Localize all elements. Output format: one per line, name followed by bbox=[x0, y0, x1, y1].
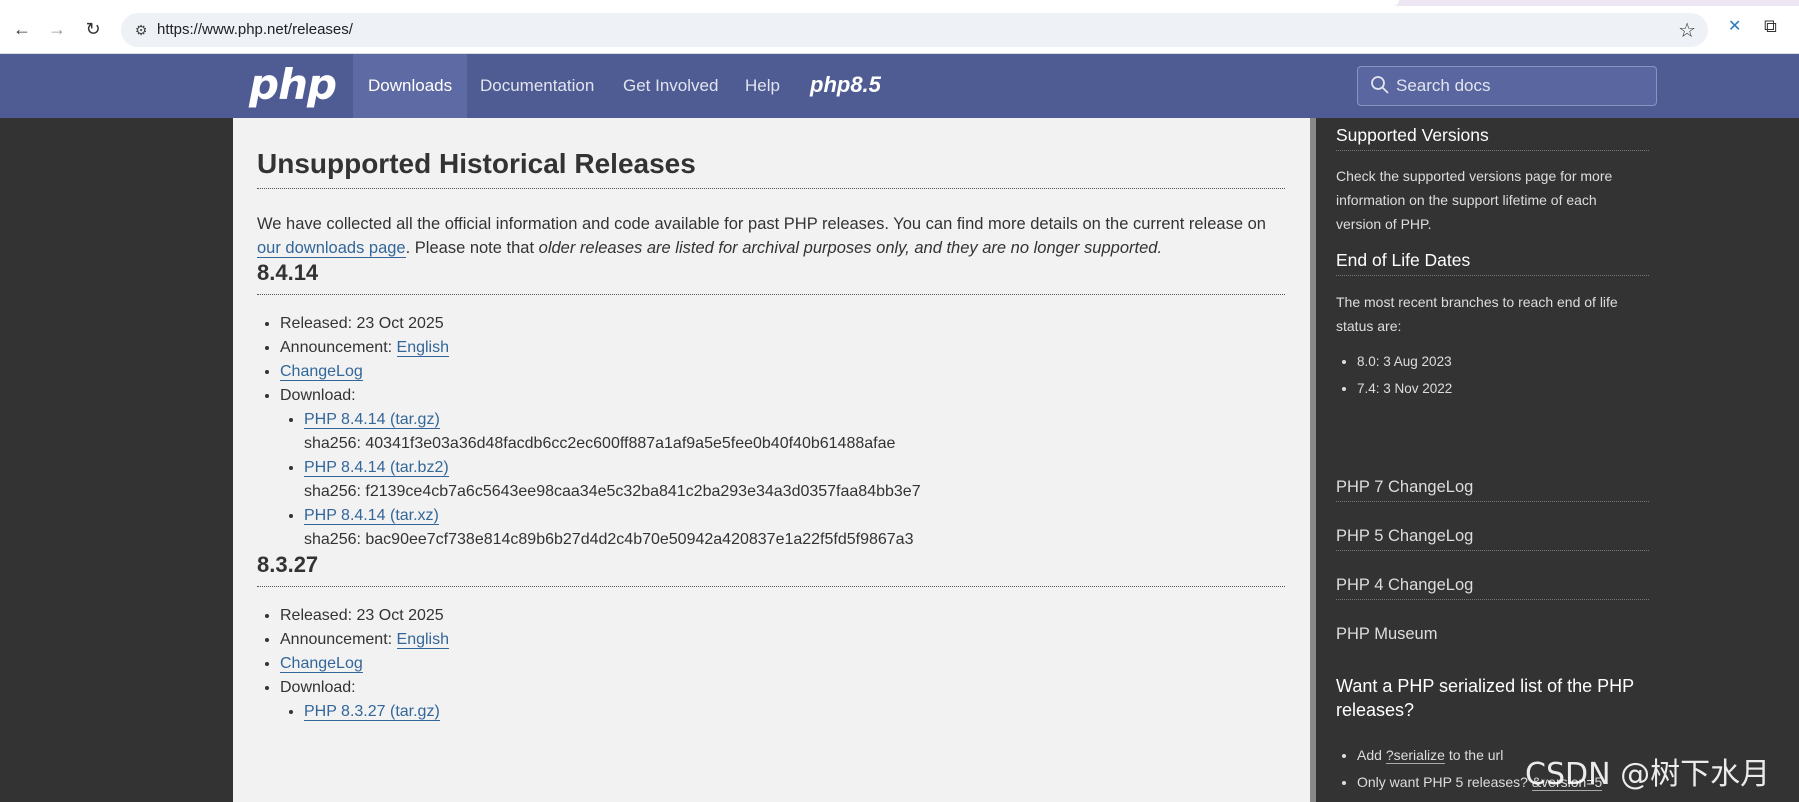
eol-item: 8.0: 3 Aug 2023 bbox=[1357, 348, 1452, 375]
serialized-text: Add bbox=[1357, 747, 1386, 763]
release-announcement: Announcement: English bbox=[280, 336, 921, 360]
release-download: Download: PHP 8.3.27 (tar.gz) bbox=[280, 676, 449, 724]
php-museum-link[interactable]: PHP Museum bbox=[1336, 625, 1649, 648]
download-item: PHP 8.4.14 (tar.bz2) sha256: f2139ce4cb7a… bbox=[304, 456, 921, 504]
php-navbar: php Downloads Documentation Get Involved… bbox=[0, 54, 1799, 118]
tab-strip bbox=[0, 0, 1799, 6]
php-logo[interactable]: php bbox=[249, 60, 337, 109]
supported-versions-heading[interactable]: Supported Versions bbox=[1336, 125, 1649, 151]
php4-changelog-link[interactable]: PHP 4 ChangeLog bbox=[1336, 576, 1649, 600]
active-tab[interactable] bbox=[0, 0, 1399, 6]
download-tar-gz-link[interactable]: PHP 8.3.27 (tar.gz) bbox=[304, 703, 440, 721]
download-item: PHP 8.3.27 (tar.gz) bbox=[304, 700, 449, 724]
forward-icon[interactable]: → bbox=[42, 14, 72, 44]
sha256-hash: sha256: bac90ee7cf738e814c89b6b27d4d2c4b… bbox=[304, 531, 914, 548]
browser-chrome: ← → ↻ ⚙ https://www.php.net/releases/ ☆ … bbox=[0, 0, 1799, 54]
released-label: Released: bbox=[280, 315, 353, 332]
download-list: PHP 8.3.27 (tar.gz) bbox=[304, 700, 449, 724]
release-details-list: Released: 23 Oct 2025 Announcement: Engl… bbox=[280, 312, 921, 552]
supported-versions-text: Check the supported versions page for mo… bbox=[1336, 168, 1613, 232]
intro-paragraph: We have collected all the official infor… bbox=[257, 212, 1285, 260]
nav-documentation[interactable]: Documentation bbox=[465, 54, 609, 118]
download-tar-gz-link[interactable]: PHP 8.4.14 (tar.gz) bbox=[304, 411, 440, 429]
eol-list: 8.0: 3 Aug 2023 7.4: 3 Nov 2022 bbox=[1357, 348, 1452, 402]
released-label: Released: bbox=[280, 607, 353, 624]
intro-text: We have collected all the official infor… bbox=[257, 215, 1266, 233]
download-item: PHP 8.4.14 (tar.xz) sha256: bac90ee7cf738… bbox=[304, 504, 921, 552]
announcement-label: Announcement: bbox=[280, 339, 393, 356]
announcement-english-link[interactable]: English bbox=[396, 339, 450, 357]
bookmark-star-icon[interactable]: ☆ bbox=[1678, 18, 1696, 43]
reload-icon[interactable]: ↻ bbox=[78, 14, 108, 44]
serialized-list-heading: Want a PHP serialized list of the PHP re… bbox=[1336, 676, 1634, 720]
download-list: PHP 8.4.14 (tar.gz) sha256: 40341f3e03a36… bbox=[304, 408, 921, 552]
download-label: Download: bbox=[280, 387, 356, 404]
release-download: Download: PHP 8.4.14 (tar.gz) sha256: 403… bbox=[280, 384, 921, 552]
released-value: 23 Oct 2025 bbox=[356, 607, 444, 624]
extensions-puzzle-icon[interactable]: ⧉ bbox=[1764, 16, 1777, 37]
changelog-link[interactable]: ChangeLog bbox=[280, 363, 363, 381]
end-of-life-heading[interactable]: End of Life Dates bbox=[1336, 250, 1649, 276]
released-value: 23 Oct 2025 bbox=[356, 315, 444, 332]
download-tar-xz-link[interactable]: PHP 8.4.14 (tar.xz) bbox=[304, 507, 439, 525]
serialized-text-2: to the url bbox=[1444, 747, 1504, 763]
release-changelog: ChangeLog bbox=[280, 652, 449, 676]
back-icon[interactable]: ← bbox=[7, 14, 37, 44]
sidebar: Supported Versions Check the supported v… bbox=[1316, 118, 1799, 802]
serialize-param: ?serialize bbox=[1385, 747, 1445, 764]
nav-downloads[interactable]: Downloads bbox=[353, 54, 468, 118]
php85-logo-link[interactable]: php8.5 bbox=[810, 72, 881, 98]
csdn-watermark: CSDN @树下水月 bbox=[1525, 757, 1771, 792]
download-label: Download: bbox=[280, 679, 356, 696]
announcement-english-link[interactable]: English bbox=[396, 631, 450, 649]
release-changelog: ChangeLog bbox=[280, 360, 921, 384]
intro-emphasis: older releases are listed for archival p… bbox=[538, 239, 1163, 257]
release-date: Released: 23 Oct 2025 bbox=[280, 604, 449, 628]
page-title: Unsupported Historical Releases bbox=[257, 148, 1285, 189]
release-date: Released: 23 Oct 2025 bbox=[280, 312, 921, 336]
extension-icon[interactable]: ✕ bbox=[1728, 16, 1741, 36]
nav-help[interactable]: Help bbox=[730, 54, 795, 118]
release-details-list: Released: 23 Oct 2025 Announcement: Engl… bbox=[280, 604, 450, 724]
search-input[interactable] bbox=[1396, 75, 1636, 97]
download-item: PHP 8.4.14 (tar.gz) sha256: 40341f3e03a36… bbox=[304, 408, 921, 456]
downloads-page-link[interactable]: our downloads page bbox=[257, 239, 406, 258]
php5-changelog-link[interactable]: PHP 5 ChangeLog bbox=[1336, 527, 1649, 551]
announcement-label: Announcement: bbox=[280, 631, 393, 648]
release-version-heading: 8.4.14 bbox=[257, 260, 1285, 295]
end-of-life-text: The most recent branches to reach end of… bbox=[1336, 294, 1618, 334]
search-docs-box[interactable] bbox=[1357, 66, 1657, 106]
sha256-hash: sha256: f2139ce4cb7a6c5643ee98caa34e5c32… bbox=[304, 483, 921, 500]
search-icon bbox=[1371, 76, 1389, 94]
nav-get-involved[interactable]: Get Involved bbox=[608, 54, 733, 118]
url-text[interactable]: https://www.php.net/releases/ bbox=[157, 21, 353, 38]
release-version-heading: 8.3.27 bbox=[257, 552, 1285, 587]
main-content: Unsupported Historical Releases We have … bbox=[233, 118, 1310, 802]
eol-item: 7.4: 3 Nov 2022 bbox=[1357, 375, 1452, 402]
sha256-hash: sha256: 40341f3e03a36d48facdb6cc2ec600ff… bbox=[304, 435, 896, 452]
download-tar-bz2-link[interactable]: PHP 8.4.14 (tar.bz2) bbox=[304, 459, 449, 477]
php7-changelog-link[interactable]: PHP 7 ChangeLog bbox=[1336, 478, 1649, 502]
release-announcement: Announcement: English bbox=[280, 628, 450, 652]
serialized-text: Only want PHP 5 releases? bbox=[1357, 774, 1532, 790]
site-settings-icon[interactable]: ⚙ bbox=[131, 20, 151, 40]
intro-text-2: . Please note that bbox=[405, 239, 539, 257]
address-bar[interactable]: ⚙ https://www.php.net/releases/ ☆ bbox=[121, 13, 1708, 47]
changelog-link[interactable]: ChangeLog bbox=[280, 655, 363, 673]
